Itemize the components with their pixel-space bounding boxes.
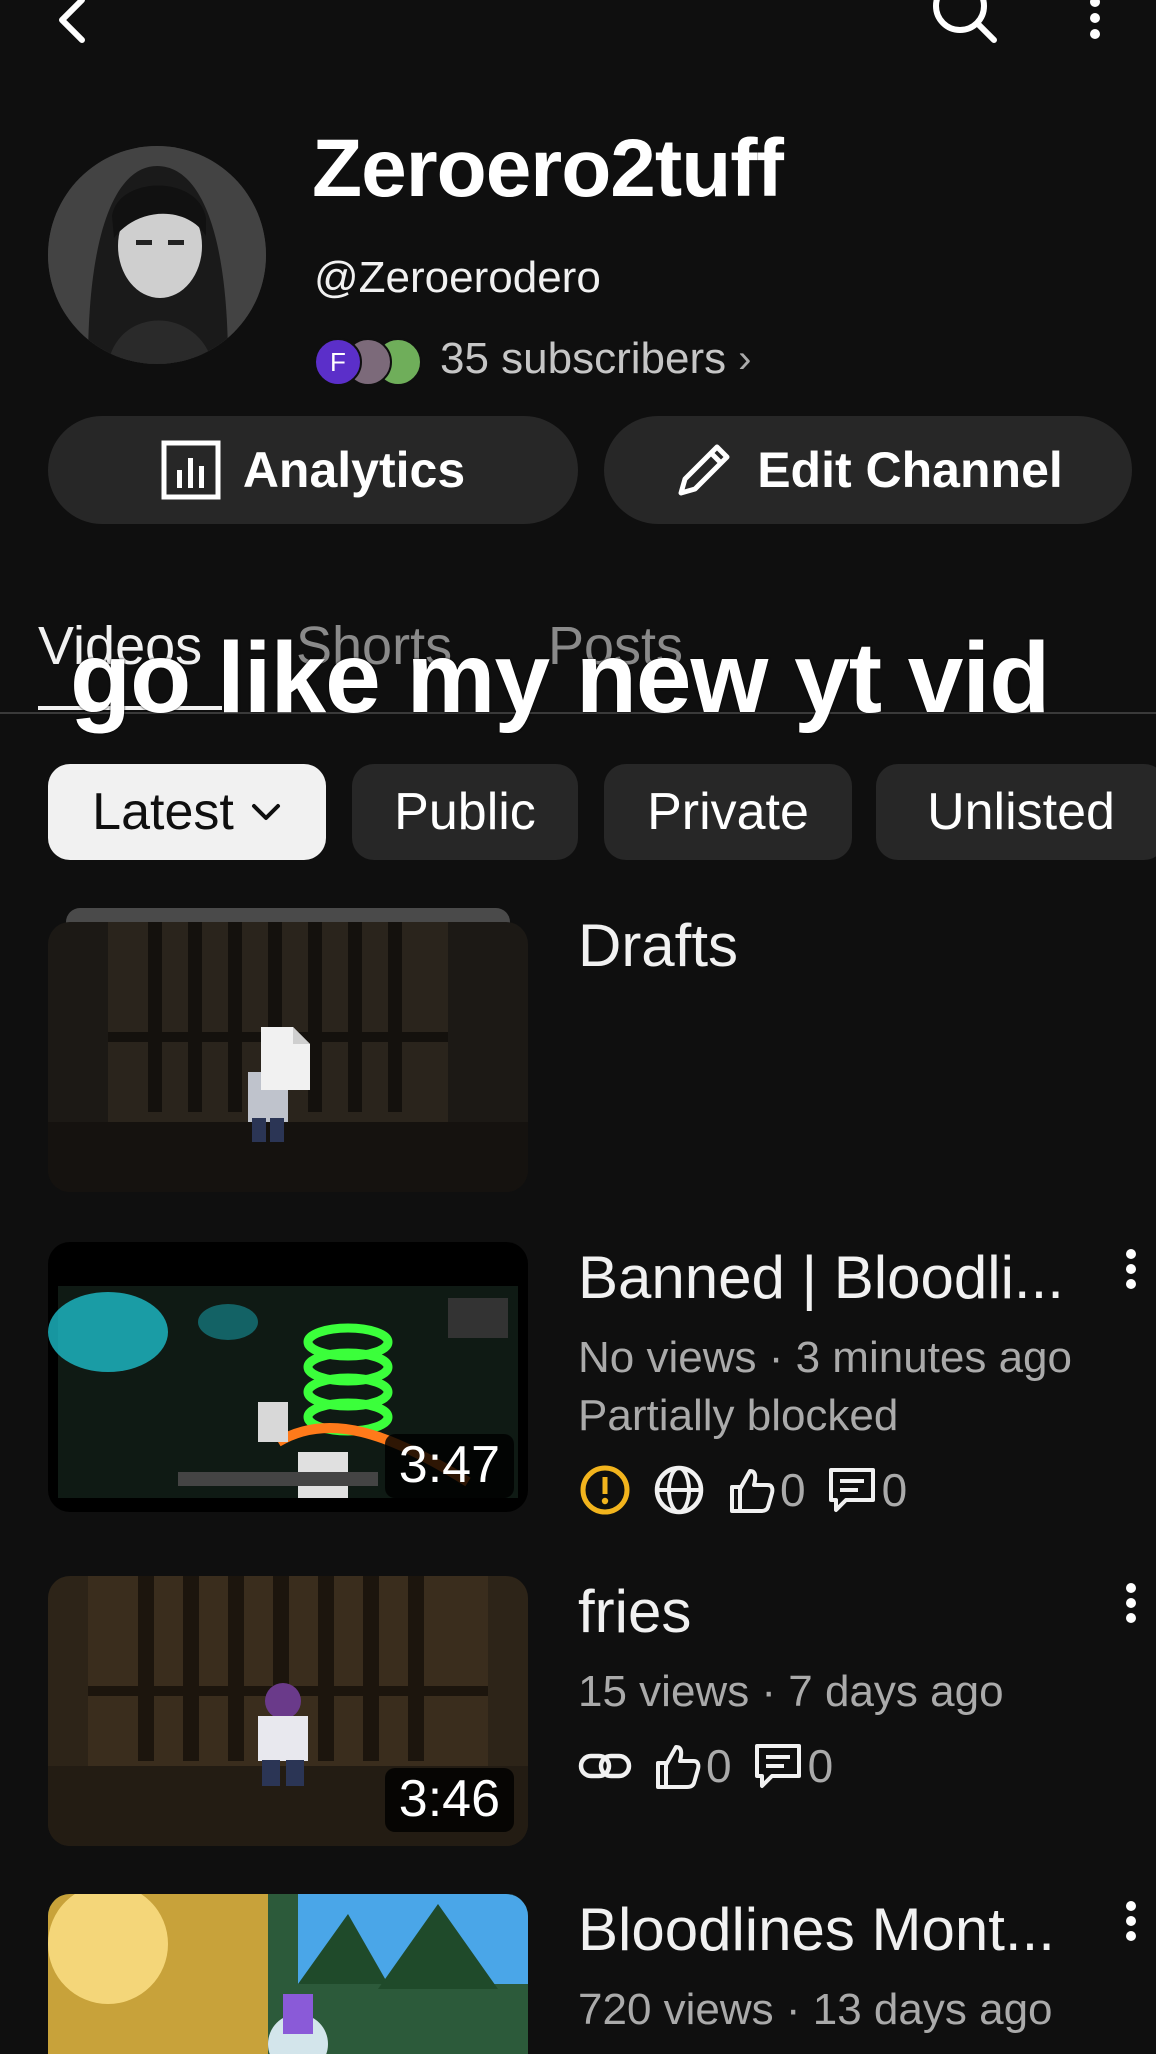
subscriber-avatar-initial: F	[330, 346, 346, 377]
analytics-label: Analytics	[242, 442, 466, 498]
subscriber-count-link[interactable]: 35 subscribers ›	[440, 334, 751, 384]
edit-channel-label: Edit Channel	[757, 442, 1063, 498]
video-title[interactable]: Bloodlines Mont...	[578, 1894, 1055, 1966]
video-stats: 0 0	[578, 1738, 833, 1794]
search-icon[interactable]	[924, 0, 1000, 54]
subscriber-avatar: F	[314, 338, 362, 386]
thumbs-up-icon	[656, 1745, 701, 1789]
video-more-icon[interactable]	[1118, 1898, 1144, 1948]
sort-latest-chip[interactable]: Latest	[48, 764, 326, 860]
likes-stat: 0	[726, 1463, 806, 1517]
video-thumbnail[interactable]	[48, 1894, 528, 2054]
sort-latest-label: Latest	[92, 783, 234, 841]
likes-stat: 0	[652, 1739, 732, 1793]
link-icon	[578, 1753, 632, 1779]
comments-stat: 0	[752, 1739, 834, 1793]
back-arrow-icon[interactable]	[44, 0, 100, 50]
subscriber-avatars[interactable]: F	[314, 338, 426, 388]
analytics-button[interactable]: Analytics	[48, 416, 578, 524]
video-duration: 3:47	[384, 1434, 514, 1498]
likes-count: 0	[706, 1740, 732, 1792]
thumbs-up-icon	[730, 1469, 775, 1513]
channel-avatar[interactable]	[48, 146, 266, 364]
comments-count: 0	[807, 1740, 834, 1792]
comment-icon	[754, 1744, 801, 1788]
video-meta: No views · 3 minutes ago	[578, 1333, 1072, 1382]
comments-stat: 0	[826, 1463, 908, 1517]
channel-handle: @Zeroerodero	[314, 253, 601, 302]
video-thumbnail[interactable]: 3:47	[48, 1242, 528, 1512]
video-stats: 0 0	[578, 1462, 907, 1518]
video-more-icon[interactable]	[1118, 1246, 1144, 1296]
drafts-thumbnail[interactable]	[48, 922, 528, 1192]
comments-count: 0	[881, 1464, 908, 1516]
pencil-icon	[678, 444, 730, 496]
overlay-caption: go like my new yt vid	[70, 622, 1050, 734]
more-options-icon[interactable]	[1080, 0, 1110, 46]
chevron-right-icon: ›	[738, 336, 752, 381]
comment-icon	[828, 1468, 875, 1512]
video-title[interactable]: fries	[578, 1576, 691, 1648]
video-meta: 15 views · 7 days ago	[578, 1667, 1004, 1716]
video-thumbnail[interactable]: 3:46	[48, 1576, 528, 1846]
video-meta: 720 views · 13 days ago	[578, 1985, 1053, 2034]
edit-channel-button[interactable]: Edit Channel	[604, 416, 1132, 524]
channel-name: Zeroero2tuff	[312, 123, 784, 214]
likes-count: 0	[780, 1464, 806, 1516]
globe-icon	[654, 1465, 704, 1515]
filter-public-chip[interactable]: Public	[352, 764, 578, 860]
subscriber-count: 35 subscribers	[440, 334, 727, 383]
video-status: Partially blocked	[578, 1391, 899, 1440]
analytics-icon	[161, 440, 221, 500]
warning-icon[interactable]	[578, 1463, 632, 1517]
video-more-icon[interactable]	[1118, 1580, 1144, 1630]
video-title[interactable]: Banned | Bloodli...	[578, 1242, 1064, 1314]
video-title[interactable]: Drafts	[578, 910, 738, 982]
chevron-down-icon	[251, 804, 280, 820]
filter-private-chip[interactable]: Private	[604, 764, 852, 860]
filter-unlisted-chip[interactable]: Unlisted	[876, 764, 1156, 860]
video-duration: 3:46	[384, 1768, 514, 1832]
